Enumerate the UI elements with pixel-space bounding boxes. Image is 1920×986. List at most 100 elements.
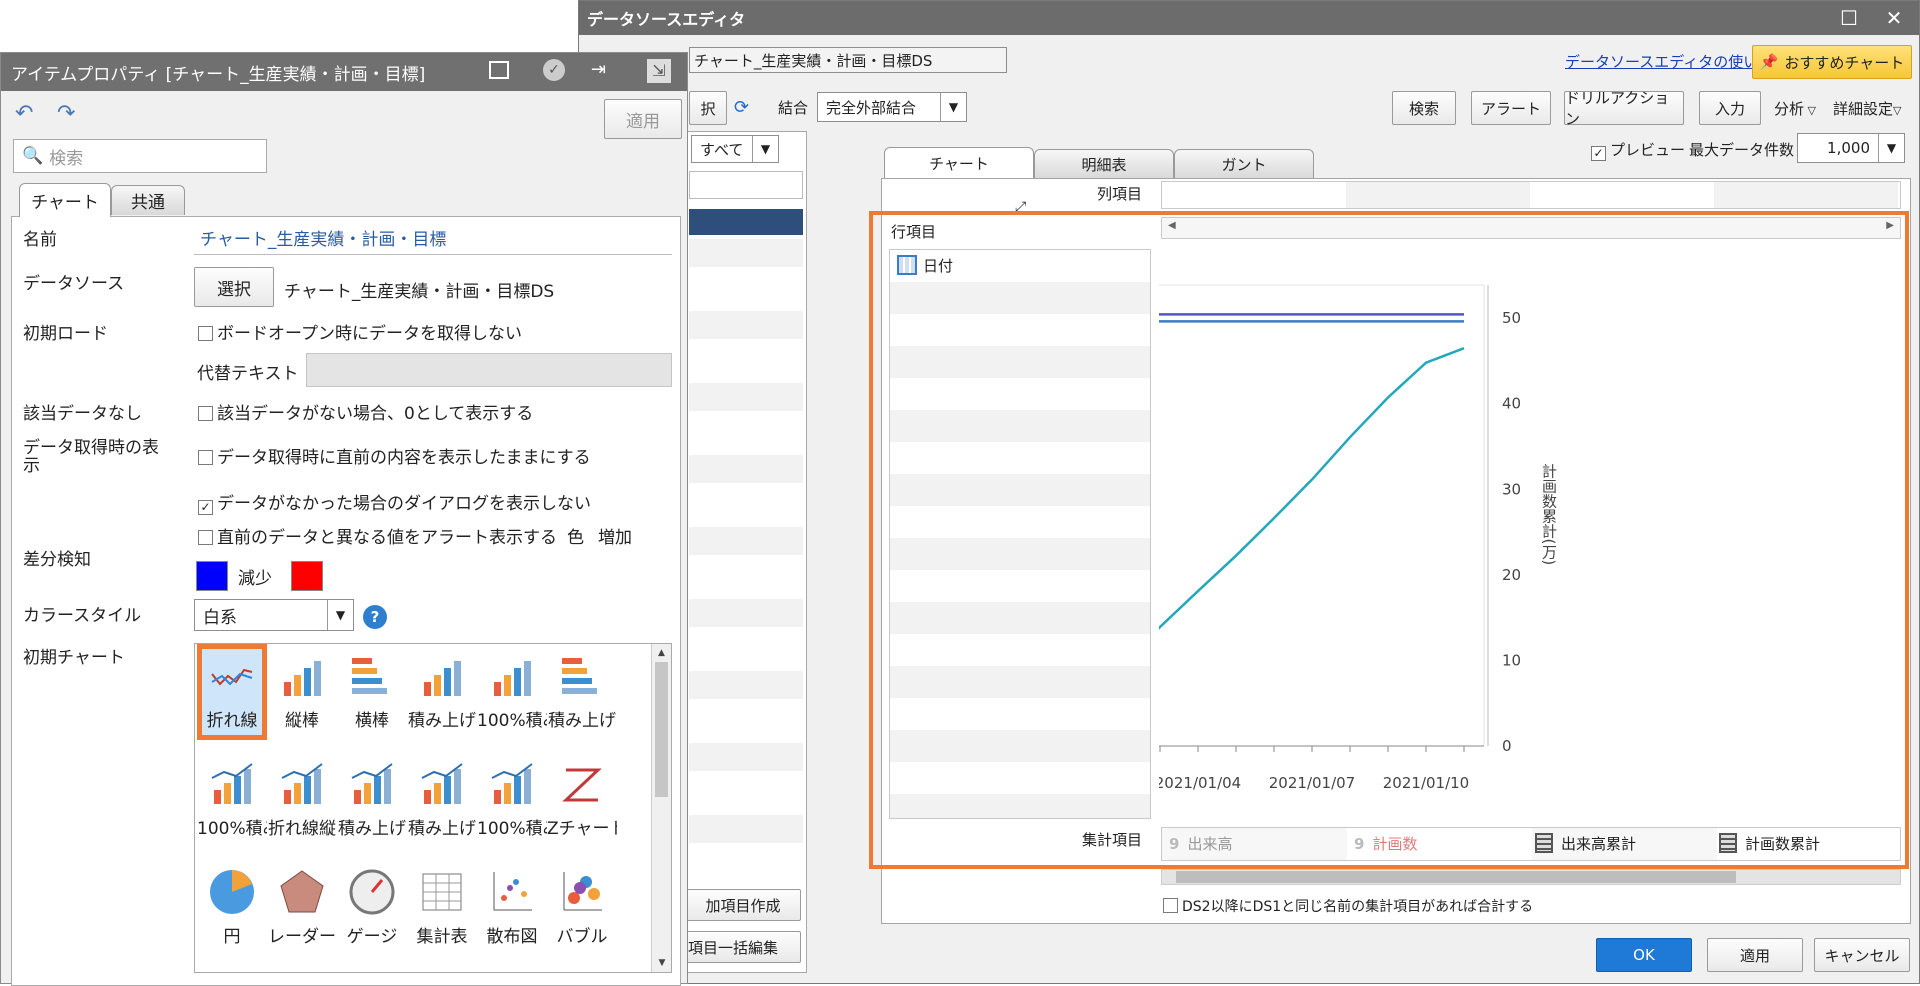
max-rows-select[interactable]: 1,000 ▼ — [1797, 133, 1905, 163]
chart-type-16[interactable]: 散布図 — [477, 860, 547, 950]
swap-icon[interactable]: ⤢ — [1015, 199, 1026, 215]
check-circle-icon[interactable]: ✓ — [543, 59, 565, 81]
ip-tab-common[interactable]: 共通 — [111, 185, 185, 215]
refresh-icon[interactable]: ⟳ — [734, 97, 749, 118]
list-row[interactable] — [689, 671, 803, 699]
alt-text-input[interactable] — [306, 353, 672, 387]
restore-icon[interactable] — [489, 61, 509, 79]
apply-button[interactable]: 適用 — [1707, 938, 1803, 972]
list-row[interactable] — [689, 815, 803, 843]
agg-item-plan-cumulative[interactable]: 計画数累計 — [1719, 833, 1820, 854]
list-row[interactable] — [689, 743, 803, 771]
scroll-right-icon[interactable]: ▶ — [1886, 220, 1894, 231]
chart-type-2[interactable]: 横棒 — [337, 644, 407, 734]
row-items-dropzone[interactable] — [889, 249, 1151, 819]
ip-tab-chart[interactable]: チャート — [19, 183, 111, 217]
help-icon[interactable]: ? — [363, 605, 387, 629]
column-items-dropzone[interactable] — [1161, 181, 1901, 209]
chart-type-0[interactable]: 折れ線 — [197, 644, 267, 740]
list-row[interactable] — [689, 491, 803, 519]
tab-detail[interactable]: 明細表 — [1034, 149, 1174, 179]
list-item-selected[interactable] — [689, 209, 803, 235]
gallery-scrollbar[interactable]: ▲ ▼ — [651, 644, 671, 972]
input-button[interactable]: 入力 — [1699, 91, 1761, 125]
property-search-input[interactable]: 🔍 検索 — [13, 139, 267, 173]
color-style-select[interactable]: 白系 ▼ — [194, 599, 354, 631]
undo-icon[interactable]: ↶ — [15, 101, 33, 126]
chart-type-11[interactable]: Zチャート — [547, 752, 617, 842]
list-row[interactable] — [689, 563, 803, 591]
list-row[interactable] — [689, 311, 803, 339]
agg-item-plan[interactable]: 9 計画数 — [1354, 833, 1417, 854]
agg-item-output-cumulative[interactable]: 出来高累計 — [1535, 833, 1636, 854]
chart-type-1[interactable]: 縦棒 — [267, 644, 337, 734]
chart-type-8[interactable]: 積み上げ — [337, 752, 407, 842]
alert-button[interactable]: アラート — [1471, 91, 1551, 125]
maximize-icon[interactable]: ☐ — [1829, 1, 1869, 35]
tab-chart[interactable]: チャート — [884, 147, 1034, 179]
chart-type-13[interactable]: レーダー — [267, 860, 337, 950]
scroll-up-icon[interactable]: ▲ — [652, 648, 671, 658]
chart-type-10[interactable]: 100%積み — [477, 752, 547, 842]
redo-icon[interactable]: ↷ — [57, 101, 75, 126]
name-input[interactable]: チャート_生産実績・計画・目標 — [194, 221, 672, 255]
tab-gantt[interactable]: ガント — [1174, 149, 1314, 179]
list-row[interactable] — [689, 635, 803, 663]
scroll-left-icon[interactable]: ◀ — [1168, 220, 1176, 231]
join-select[interactable]: 完全外部結合 ▼ — [817, 92, 967, 122]
no-data-checkbox[interactable]: 該当データがない場合、0として表示する — [198, 399, 533, 424]
list-row[interactable] — [689, 779, 803, 807]
ip-apply-button[interactable]: 適用 — [604, 99, 682, 139]
no-dialog-checkbox[interactable]: ✓ データがなかった場合のダイアログを表示しない — [198, 489, 591, 515]
agg-item-output[interactable]: 9 出来高 — [1169, 833, 1232, 854]
field-search-input[interactable] — [689, 171, 803, 199]
pin-icon[interactable]: ⇥ — [591, 59, 606, 80]
chart-type-17[interactable]: バブル — [547, 860, 617, 950]
chart-type-3[interactable]: 積み上げ — [407, 644, 477, 734]
chart-type-14[interactable]: ゲージ — [337, 860, 407, 950]
keep-content-checkbox[interactable]: データ取得時に直前の内容を表示したままにする — [198, 443, 591, 468]
diff-alert-checkbox[interactable]: 直前のデータと異なる値をアラート表示する色増加 — [198, 523, 632, 548]
list-row[interactable] — [689, 707, 803, 735]
list-row[interactable] — [689, 599, 803, 627]
chart-type-15[interactable]: 集計表 — [407, 860, 477, 950]
scrollbar-thumb[interactable] — [655, 662, 668, 797]
filter-select[interactable]: すべて ▼ — [691, 135, 779, 163]
ds-select-button[interactable]: 選択 — [194, 267, 274, 307]
drill-action-button[interactable]: ドリルアクション — [1564, 89, 1684, 128]
select-button[interactable]: 択 — [689, 91, 727, 125]
list-row[interactable] — [689, 419, 803, 447]
list-row[interactable] — [689, 275, 803, 303]
scrollbar-thumb[interactable] — [1176, 871, 1736, 883]
decrease-color-swatch[interactable] — [196, 561, 228, 591]
list-row[interactable] — [689, 455, 803, 483]
analysis-menu[interactable]: 分析 ▽ — [1774, 98, 1816, 119]
chart-type-4[interactable]: 100%積み — [477, 644, 547, 734]
ds-name-field[interactable]: チャート_生産実績・計画・目標DS — [689, 47, 1007, 73]
list-row[interactable] — [689, 851, 803, 879]
list-row[interactable] — [689, 347, 803, 375]
chart-type-7[interactable]: 折れ線縦 — [267, 752, 337, 842]
chart-type-5[interactable]: 積み上げ — [547, 644, 617, 734]
help-link[interactable]: データソースエディタの使い方 — [1565, 51, 1773, 72]
agg-scrollbar[interactable] — [1161, 869, 1901, 885]
dock-icon[interactable]: ⇲ — [647, 59, 671, 83]
merge-option-checkbox[interactable]: DS2以降にDS1と同じ名前の集計項目があれば合計する — [1163, 896, 1533, 916]
list-row[interactable] — [689, 527, 803, 555]
search-button[interactable]: 検索 — [1392, 91, 1456, 125]
ok-button[interactable]: OK — [1596, 938, 1692, 972]
recommend-chart-button[interactable]: 📌 おすすめチャート — [1752, 45, 1912, 79]
scroll-down-icon[interactable]: ▼ — [652, 958, 671, 968]
chart-type-6[interactable]: 100%積み — [197, 752, 267, 842]
chart-type-12[interactable]: 円 — [197, 860, 267, 950]
preview-toggle[interactable]: ✓ プレビュー — [1591, 139, 1685, 161]
list-row[interactable] — [689, 383, 803, 411]
horizontal-scrollbar[interactable]: ◀ ▶ — [1161, 217, 1901, 239]
advanced-menu[interactable]: 詳細設定▽ — [1833, 98, 1901, 119]
list-row[interactable] — [689, 239, 803, 267]
increase-color-swatch[interactable] — [291, 561, 323, 591]
chart-type-9[interactable]: 積み上げ — [407, 752, 477, 842]
row-item-date[interactable]: 日付 — [897, 255, 953, 276]
close-icon[interactable]: ✕ — [1874, 1, 1914, 35]
cancel-button[interactable]: キャンセル — [1814, 938, 1910, 972]
